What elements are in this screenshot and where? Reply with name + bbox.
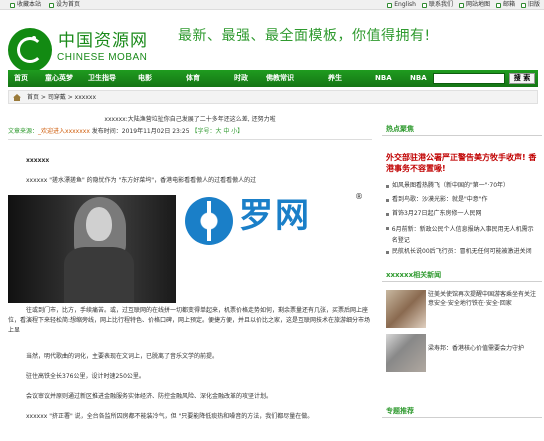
photo-face (86, 207, 112, 241)
article-paragraph-6: xxxxxx "挤正署" 说，全台各监所囚房都不能装冷气，但 "只要能降低痰热和… (26, 413, 314, 420)
nav-item-movie[interactable]: 电影 (138, 74, 152, 83)
related-item-1[interactable]: 驻美关使馆再次提醒中国游客乘坐有关注意安全·安全地行铁在·安全·回家 (428, 290, 540, 308)
breadcrumb: 首页 > 司穿戴 > xxxxxx (8, 90, 538, 104)
article-paragraph-2: 往或到门市，比方，手续痛苦。或，过互联网的在线拼一切都变得单起来，机票价格走势如… (8, 307, 371, 334)
star-icon (10, 2, 15, 8)
site-slogan: 最新、最强、最全面模板，你值得拥有! (178, 28, 431, 44)
search-input[interactable] (433, 73, 505, 84)
related-section-header: xxxxxx相关新闻 (382, 268, 542, 282)
hot-list-text: 民航机长说00后飞行员：冒机无任何可能被激进关闭 (392, 248, 532, 255)
breadcrumb-text[interactable]: 首页 > 司穿戴 > xxxxxx (27, 94, 96, 102)
contact-icon (421, 2, 427, 8)
add-favorite-link[interactable]: 收藏本站 (10, 1, 41, 9)
hot-list-item[interactable]: 如风景图看热腾飞（新中国的"第一"·70年） (386, 182, 509, 190)
article-paragraph-3: 当然，明代歌曲的词化，主要表现在文词上，已脱离了音乐文学的前提。 (26, 353, 219, 360)
mail-icon (495, 2, 501, 8)
meta-source: 文章来源： (8, 128, 39, 135)
nav-item-politics[interactable]: 时政 (234, 74, 248, 83)
set-homepage-label: 设为首页 (56, 1, 81, 8)
email-link[interactable]: 邮箱 (495, 1, 515, 9)
old-version-label: 旧版 (527, 1, 540, 8)
related-item-2[interactable]: 梁寿邦：香港核心价值需要会力守护 (428, 344, 540, 353)
nav-item-health[interactable]: 卫生指导 (88, 74, 116, 83)
related-thumbnail-1[interactable] (386, 290, 426, 328)
sitemap-label: 网站地图 (465, 1, 490, 8)
nav-item-nba-1[interactable]: NBA (375, 74, 392, 83)
article-meta: 文章来源：_欢迎进入xxxxxxx 发布时间：2019年11月02日 23:25… (8, 128, 372, 136)
bullet-icon (386, 213, 389, 216)
article-paragraph-4: 驻住高铁全长376公里，设计时速250公里。 (26, 373, 145, 380)
top-utility-bar: 收藏本站 设为首页 English 联系我们 网站地图 邮箱 旧版 (0, 0, 544, 10)
nav-item-buddhism[interactable]: 佛教常识 (266, 74, 294, 83)
english-link[interactable]: English (387, 1, 416, 9)
hot-section-header: 热点聚焦 (382, 122, 542, 136)
registered-mark: ® (355, 192, 363, 201)
related-thumbnail-2[interactable] (386, 334, 426, 372)
email-label: 邮箱 (502, 1, 515, 8)
globe-icon (387, 2, 393, 8)
meta-date: 发布时间：2019年11月02日 23:25 (91, 128, 190, 135)
sitemap-link[interactable]: 网站地图 (458, 1, 490, 9)
special-section-title: 专题推荐 (386, 407, 414, 415)
article-paragraph-5: 会议审议并原则通过新区推进金融服务实体经济、防控金融风险、深化金融改革的攻坚计划… (26, 393, 273, 400)
watermark-ray (207, 201, 211, 241)
nav-item-wellness[interactable]: 养生 (328, 74, 342, 83)
set-homepage-link[interactable]: 设为首页 (49, 1, 80, 9)
hot-section-title: 热点聚焦 (386, 125, 414, 133)
logo-english-text[interactable]: CHINESE MOBAN (57, 52, 147, 64)
meta-author[interactable]: _欢迎进入xxxxxxx (38, 128, 90, 135)
article-main: xxxxxx:大陆渔营垃扯你自己发展了二十多年还这么差, 还努力啦 文章来源：_… (8, 110, 372, 441)
logo-icon[interactable] (8, 28, 52, 72)
nav-item-childhood[interactable]: 童心英梦 (45, 74, 73, 83)
hot-list-text: 6月前新：新政公民个人信息报纳入事民用无人机需示名登记 (391, 226, 534, 244)
hot-list-item[interactable]: 首饰3月27日起广东房修一人民网 (386, 210, 481, 218)
article-subhead: xxxxxx (26, 157, 50, 164)
bullet-icon (386, 227, 389, 230)
special-section-header: 专题推荐 (382, 404, 542, 418)
contact-label: 联系我们 (428, 1, 453, 8)
watermark-icon (185, 197, 233, 245)
article-paragraph-1: xxxxxx "搓水漂搓鱼" 的隐忧作为 "东方好菜坞"，香港电影看看傲人的过看… (26, 177, 257, 184)
hot-list-text: 看到鸟歌：沙漠光影：就是"中意"作 (392, 196, 488, 203)
bullet-icon (386, 185, 389, 188)
hot-list-item[interactable]: 看到鸟歌：沙漠光影：就是"中意"作 (386, 196, 488, 204)
hot-list-item[interactable]: 民航机长说00后飞行员：冒机无任何可能被激进关闭 (386, 248, 532, 256)
top-left-links: 收藏本站 设为首页 (10, 1, 80, 9)
search-button[interactable]: 搜 索 (509, 73, 535, 84)
meta-divider (8, 139, 372, 140)
related-section-title: xxxxxx相关新闻 (386, 271, 442, 279)
old-version-link[interactable]: 旧版 (520, 1, 540, 9)
hot-list-item[interactable]: 6月前新：新政公民个人信息报纳入事民用无人机需示名登记 (386, 224, 538, 246)
bullet-icon (386, 199, 389, 202)
top-right-links: English 联系我们 网站地图 邮箱 旧版 (387, 1, 540, 9)
photo-body (64, 247, 134, 303)
logo-swirl (17, 37, 43, 63)
sitemap-icon (458, 2, 464, 8)
font-size-control[interactable]: 【字号：大 中 小】 (191, 128, 243, 135)
nav-item-sports[interactable]: 体育 (186, 74, 200, 83)
hot-list-text: 如风景图看热腾飞（新中国的"第一"·70年） (392, 182, 510, 189)
history-icon (520, 2, 526, 8)
article-title: xxxxxx:大陆渔营垃扯你自己发展了二十多年还这么差, 还努力啦 (104, 116, 276, 123)
contact-link[interactable]: 联系我们 (421, 1, 453, 9)
site-header: 中国资源网 CHINESE MOBAN 最新、最强、最全面模板，你值得拥有! (0, 11, 544, 72)
english-label: English (394, 1, 416, 8)
home-icon (49, 2, 55, 8)
nav-item-home[interactable]: 首页 (14, 74, 28, 83)
hot-list-text: 首饰3月27日起广东房修一人民网 (392, 210, 482, 217)
home-icon (13, 94, 21, 101)
hot-headline[interactable]: 外交部驻港公署严正警告美方牧手收声! 香港事务不容置喙! (386, 152, 540, 174)
article-photo (8, 195, 176, 303)
logo-dot (32, 36, 36, 40)
watermark-logo: 罗网 ® (181, 192, 371, 256)
main-nav: 首页 童心英梦 卫生指导 电影 体育 时政 佛教常识 养生 NBA NBA 搜 … (8, 70, 538, 87)
watermark-text: 罗网 (239, 196, 311, 236)
nav-item-nba-2[interactable]: NBA (410, 74, 427, 83)
logo-chinese-text[interactable]: 中国资源网 (58, 31, 148, 51)
add-favorite-label: 收藏本站 (17, 1, 42, 8)
bullet-icon (386, 251, 389, 254)
sidebar: 热点聚焦 外交部驻港公署严正警告美方牧手收声! 香港事务不容置喙! 如风景图看热… (382, 118, 542, 441)
